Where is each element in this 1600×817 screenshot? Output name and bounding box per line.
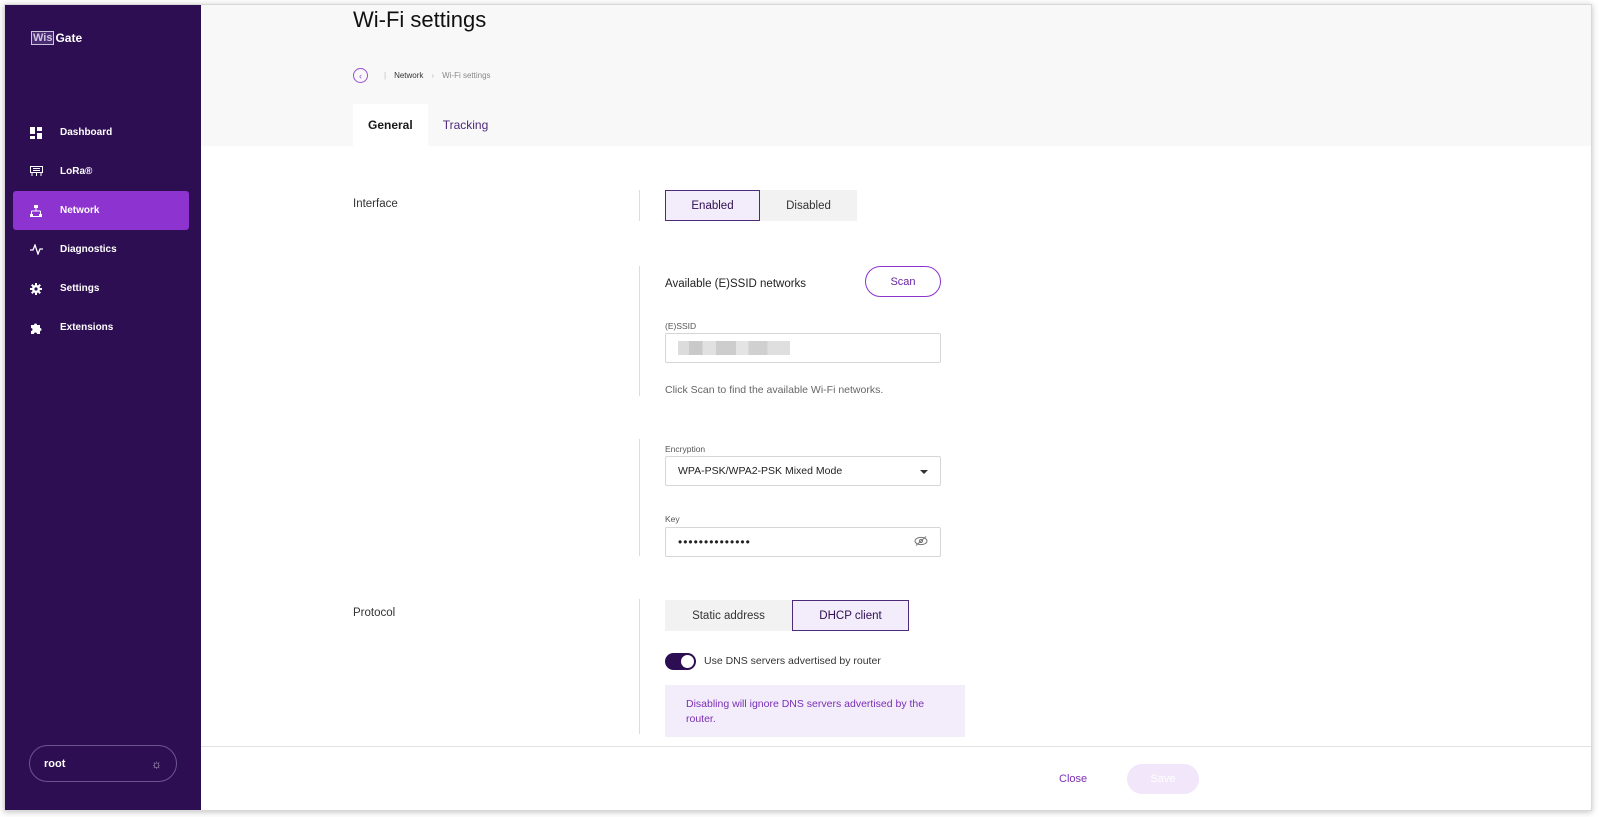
toggle-knob [681, 655, 694, 668]
section-divider [639, 190, 640, 221]
sidebar-item-lora[interactable]: LoRa® [13, 152, 189, 191]
breadcrumb: ‹ | Network › Wi-Fi settings [353, 68, 491, 83]
dashboard-icon [29, 126, 43, 140]
app-window: Wis Gate Dashboard LoRa® Network Diagnos… [4, 4, 1592, 811]
back-icon[interactable]: ‹ [353, 68, 368, 83]
key-input[interactable]: •••••••••••••• [665, 527, 941, 557]
user-menu[interactable]: root ☼ [29, 745, 177, 782]
key-field-label: Key [665, 514, 680, 524]
encryption-field-label: Encryption [665, 444, 706, 454]
close-button[interactable]: Close [1059, 773, 1087, 785]
section-divider [639, 266, 640, 396]
tab-bar: General Tracking [353, 104, 503, 146]
username: root [44, 757, 66, 770]
key-value: •••••••••••••• [678, 535, 751, 549]
essid-section-title: Available (E)SSID networks [665, 278, 807, 290]
protocol-label: Protocol [353, 607, 396, 619]
dns-info-message: Disabling will ignore DNS servers advert… [665, 685, 965, 737]
chevron-right-icon: › [431, 71, 435, 80]
logo: Wis Gate [31, 31, 82, 45]
puzzle-icon [29, 321, 43, 335]
breadcrumb-network[interactable]: Network [394, 71, 423, 80]
section-divider [639, 599, 640, 734]
network-icon [29, 204, 43, 218]
sidebar-item-network[interactable]: Network [13, 191, 189, 230]
action-bar: Close Save [201, 746, 1591, 810]
sidebar-item-dashboard[interactable]: Dashboard [13, 113, 189, 152]
tab-general[interactable]: General [353, 104, 428, 146]
lora-icon [29, 165, 43, 179]
sidebar: Wis Gate Dashboard LoRa® Network Diagnos… [5, 5, 201, 810]
page-header: Wi-Fi settings ‹ | Network › Wi-Fi setti… [201, 5, 1591, 146]
sidebar-item-label: Settings [60, 283, 100, 294]
breadcrumb-current: Wi-Fi settings [442, 71, 491, 80]
diagnostics-icon [29, 243, 43, 257]
logo-box: Wis [31, 31, 55, 45]
protocol-toggle: Static address DHCP client [665, 600, 909, 631]
interface-enabled-option[interactable]: Enabled [665, 190, 760, 221]
sidebar-item-extensions[interactable]: Extensions [13, 308, 189, 347]
interface-disabled-option[interactable]: Disabled [760, 190, 857, 221]
sidebar-item-diagnostics[interactable]: Diagnostics [13, 230, 189, 269]
sun-icon[interactable]: ☼ [151, 757, 162, 771]
eye-off-icon[interactable] [914, 536, 928, 549]
essid-hint: Click Scan to find the available Wi-Fi n… [665, 384, 884, 396]
essid-redacted-value [678, 341, 790, 355]
interface-label: Interface [353, 198, 398, 210]
breadcrumb-divider: | [384, 71, 387, 80]
chevron-down-icon [920, 470, 928, 474]
sidebar-item-label: LoRa® [60, 166, 93, 177]
section-divider [639, 439, 640, 556]
scan-button[interactable]: Scan [865, 266, 941, 297]
save-button[interactable]: Save [1127, 764, 1199, 794]
gear-icon [29, 282, 43, 296]
page-title: Wi-Fi settings [353, 7, 487, 32]
sidebar-item-label: Extensions [60, 322, 114, 333]
settings-form: Interface Enabled Disabled Available (E)… [201, 146, 1591, 746]
essid-field-label: (E)SSID [665, 321, 697, 331]
sidebar-item-label: Dashboard [60, 127, 113, 138]
encryption-select[interactable]: WPA-PSK/WPA2-PSK Mixed Mode [665, 456, 941, 486]
encryption-value: WPA-PSK/WPA2-PSK Mixed Mode [678, 465, 843, 477]
sidebar-nav: Dashboard LoRa® Network Diagnostics Sett… [13, 113, 189, 347]
dns-toggle-switch[interactable] [665, 653, 696, 670]
tab-tracking[interactable]: Tracking [428, 104, 504, 146]
sidebar-item-settings[interactable]: Settings [13, 269, 189, 308]
dns-toggle-label: Use DNS servers advertised by router [704, 655, 881, 667]
sidebar-item-label: Network [60, 205, 100, 216]
protocol-dhcp-option[interactable]: DHCP client [792, 600, 909, 631]
protocol-static-option[interactable]: Static address [665, 600, 792, 631]
sidebar-item-label: Diagnostics [60, 244, 117, 255]
interface-toggle: Enabled Disabled [665, 190, 857, 221]
essid-input[interactable] [665, 333, 941, 363]
logo-text: Gate [55, 31, 83, 45]
